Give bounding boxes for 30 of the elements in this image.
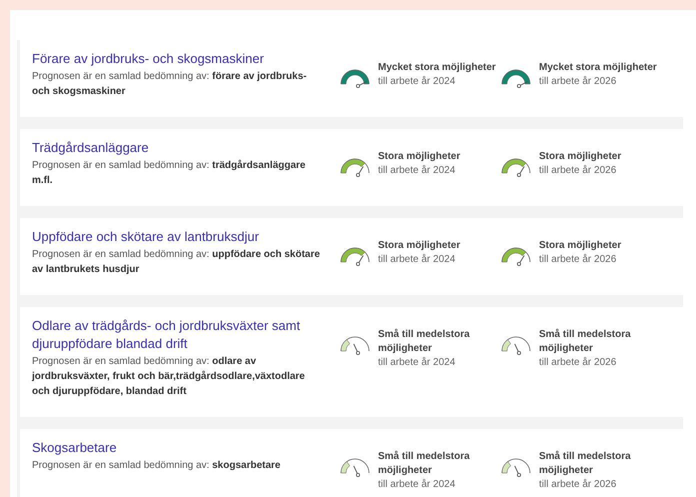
outlook-period: till arbete år 2024 [378, 164, 456, 178]
forecast-description: Prognosen är en samlad bedömning av: skogsarbetare [32, 459, 282, 473]
outlook-label: Stora möjligheter [539, 239, 622, 253]
forecast-description: Prognosen är en samlad bedömning av: förare av jordbruks- och skogsmaskiner [32, 70, 308, 99]
outlook-label: Små till medelstora möjligheter [539, 450, 632, 478]
occupation-link[interactable]: Odlare av trädgårds- och jordbruksväxter samt djuruppfödare blandad drift [32, 317, 325, 353]
outlook-period: till arbete år 2024 [378, 478, 456, 492]
occupation-link[interactable]: Skogsarbetare [32, 439, 325, 457]
occupation-link[interactable]: Trädgårdsanläggare [32, 139, 325, 157]
outlook-period: till arbete år 2026 [539, 478, 618, 492]
outlook-period: till arbete år 2024 [378, 253, 456, 267]
occupation-link[interactable]: Uppfödare och skötare av lantbruksdjur [32, 228, 325, 246]
outlook-label: Små till medelstora möjligheter [539, 328, 632, 356]
outlook-period: till arbete år 2026 [539, 164, 618, 178]
forecast-description: Prognosen är en samlad bedömning av: trädgårdsanläggare m.fl. [32, 158, 306, 188]
forecast-description: Prognosen är en samlad bedömning av: odlare av jordbruksväxter, frukt och bär,trädgårdsodlare,växtodlare och djuruppfödare, blandad drift [32, 355, 306, 399]
outlook-period: till arbete år 2024 [378, 356, 456, 370]
outlook-label: Stora möjligheter [378, 239, 462, 253]
outlook-period: till arbete år 2026 [539, 253, 618, 267]
outlook-label: Små till medelstora möjligheter [378, 450, 471, 478]
forecast-description: Prognosen är en samlad bedömning av: uppfödare och skötare av lantbrukets husdjur [32, 248, 321, 277]
outlook-label: Mycket stora möjligheter [378, 61, 496, 75]
outlook-label: Mycket stora möjligheter [539, 61, 657, 75]
outlook-period: till arbete år 2026 [539, 75, 618, 89]
outlook-label: Små till medelstora möjligheter [378, 328, 471, 356]
occupation-link[interactable]: Förare av jordbruks- och skogsmaskiner [32, 50, 325, 68]
outlook-period: till arbete år 2024 [378, 75, 456, 89]
outlook-period: till arbete år 2026 [539, 356, 618, 370]
outlook-label: Stora möjligheter [539, 150, 622, 164]
outlook-label: Stora möjligheter [378, 150, 462, 164]
